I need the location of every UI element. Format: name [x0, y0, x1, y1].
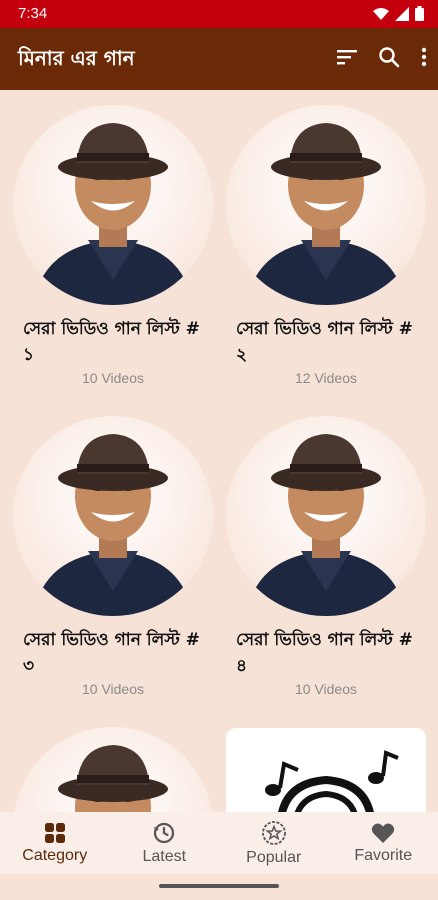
singer-photo — [33, 123, 193, 305]
nav-popular-label: Popular — [246, 848, 302, 866]
category-card[interactable]: সেরা ভিডিও গান লিস্ট # ৪ 10 Videos — [226, 416, 426, 697]
nav-category-label: Category — [22, 846, 88, 864]
nav-popular[interactable]: Popular — [219, 812, 329, 874]
home-indicator[interactable] — [159, 884, 279, 888]
singer-photo — [58, 745, 168, 812]
nav-latest[interactable]: Latest — [110, 812, 220, 874]
singer-photo — [246, 434, 406, 616]
singer-avatar — [13, 416, 213, 616]
category-card[interactable]: সেরা ভিডিও গান লিস্ট # ১ 10 Videos — [13, 105, 213, 386]
singer-avatar — [13, 105, 213, 305]
status-bar: 7:34 — [0, 0, 438, 28]
video-count: 10 Videos — [81, 681, 144, 697]
card-title: সেরা ভিডিও গান লিস্ট # ৪ — [236, 630, 413, 676]
singer-avatar — [226, 105, 426, 305]
music-notes-icon — [265, 750, 399, 812]
card-title: সেরা ভিডিও গান লিস্ট # ১ — [23, 319, 200, 365]
card-title: সেরা ভিডিও গান লিস্ট # ৩ — [23, 630, 200, 676]
history-icon — [154, 822, 175, 843]
category-grid: সেরা ভিডিও গান লিস্ট # ১ 10 Videos সেরা … — [0, 90, 438, 812]
singer-photo — [246, 123, 406, 305]
video-count: 10 Videos — [81, 370, 144, 386]
wifi-icon — [373, 7, 389, 20]
video-count: 10 Videos — [294, 681, 357, 697]
singer-photo — [33, 434, 193, 616]
nav-latest-label: Latest — [142, 847, 187, 865]
app-bar: মিনার এর গান — [0, 28, 438, 90]
card-title: সেরা ভিডিও গান লিস্ট # ২ — [236, 319, 413, 365]
app-title: মিনার এর গান — [18, 46, 135, 70]
search-icon[interactable] — [378, 46, 400, 68]
category-card[interactable]: সেরা ভিডিও গান লিস্ট # ৩ 10 Videos — [13, 416, 213, 697]
singer-avatar — [226, 416, 426, 616]
category-card[interactable]: সেরা ভিডিও গান লিস্ট # ২ 12 Videos — [226, 105, 426, 386]
nav-favorite-label: Favorite — [354, 846, 413, 864]
video-count: 12 Videos — [294, 370, 357, 386]
sort-icon[interactable] — [336, 47, 358, 67]
nav-category[interactable]: Category — [0, 812, 110, 874]
music-category-card[interactable] — [226, 728, 426, 812]
category-icon — [44, 822, 65, 843]
more-vert-icon[interactable] — [420, 46, 428, 68]
bottom-navigation: Category Latest Popular Favorite — [0, 812, 438, 874]
status-icons — [373, 6, 424, 21]
category-card[interactable] — [13, 727, 213, 812]
star-badge-icon — [261, 820, 286, 845]
nav-favorite[interactable]: Favorite — [329, 812, 438, 874]
app-actions — [336, 46, 428, 68]
singer-avatar — [13, 727, 213, 812]
signal-icon — [395, 6, 409, 21]
status-time: 7:34 — [18, 5, 48, 22]
heart-icon — [372, 823, 395, 843]
battery-icon — [415, 6, 424, 21]
